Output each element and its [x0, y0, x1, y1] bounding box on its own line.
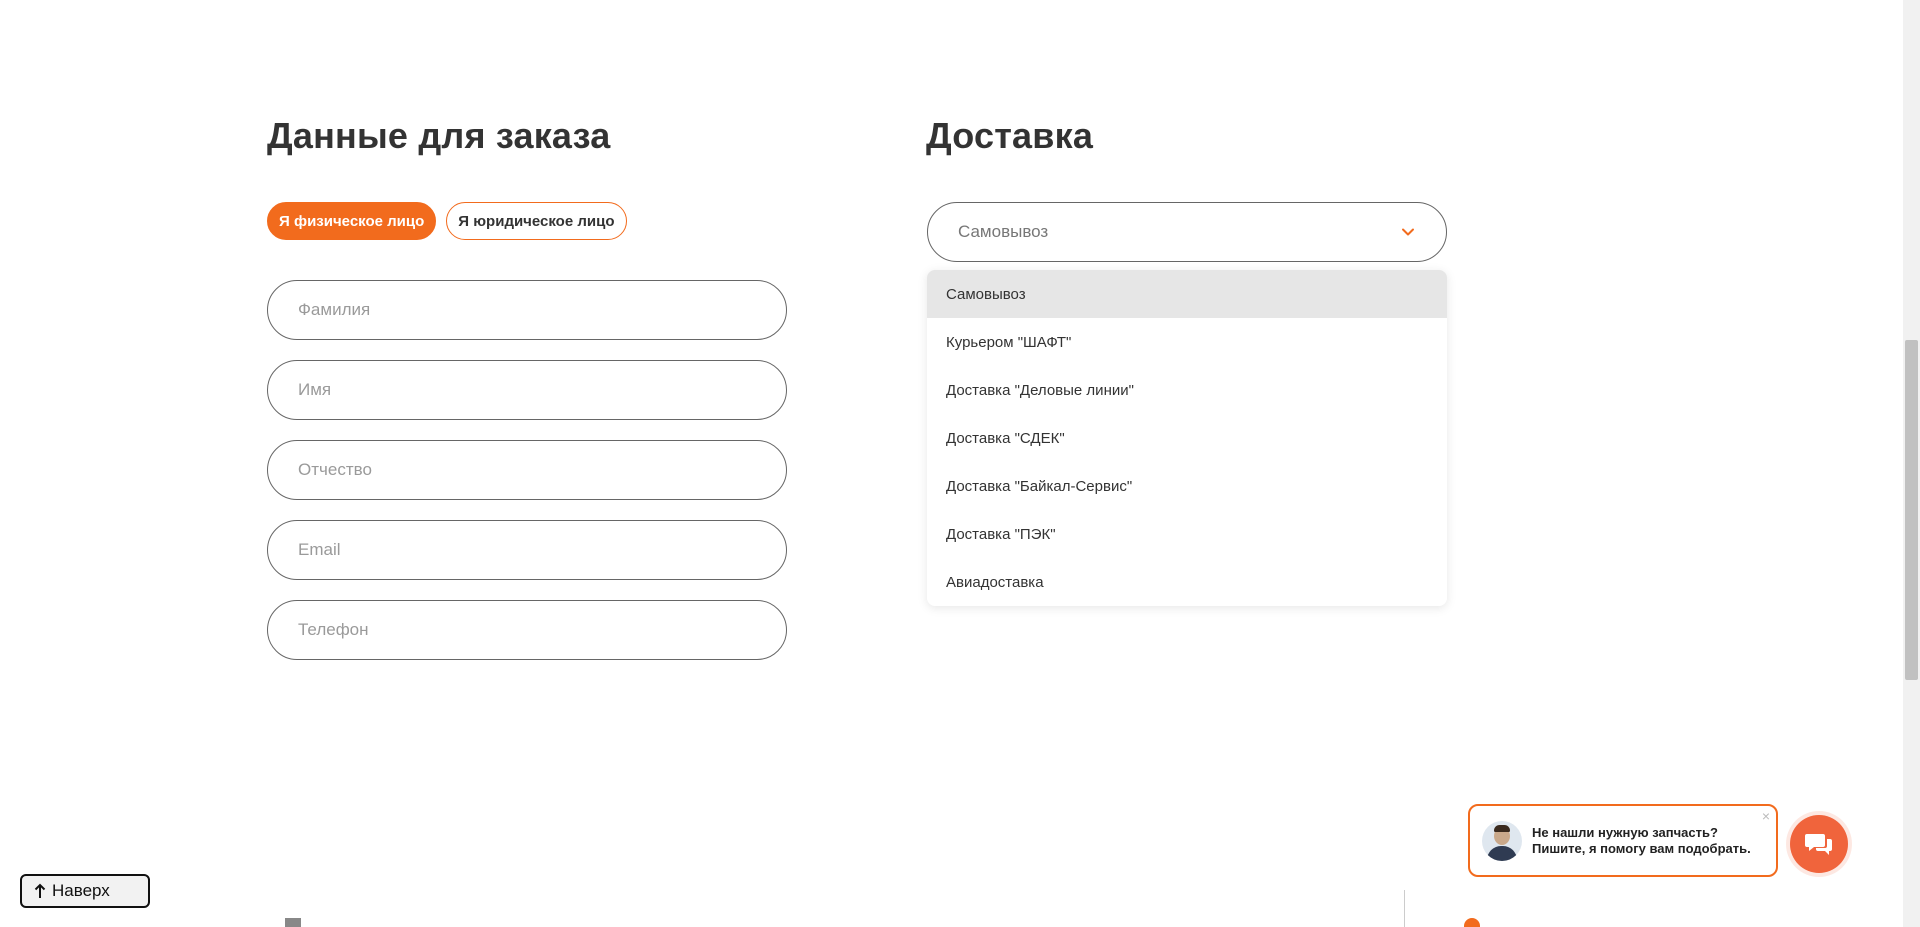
chat-bubbles-icon — [1805, 834, 1832, 855]
person-type-toggle: Я физическое лицо Я юридическое лицо — [267, 202, 627, 240]
legal-entity-button[interactable]: Я юридическое лицо — [446, 202, 627, 240]
delivery-option-delovye-linii[interactable]: Доставка "Деловые линии" — [927, 366, 1447, 414]
arrow-up-icon — [34, 883, 46, 898]
delivery-title: Доставка — [926, 115, 1094, 156]
first-name-input[interactable] — [298, 380, 756, 400]
chat-open-button[interactable] — [1790, 815, 1848, 873]
patronymic-field[interactable] — [267, 440, 787, 500]
footer-accent-icon — [1464, 918, 1480, 927]
footer-logo-icon — [285, 918, 301, 927]
phone-input[interactable] — [298, 620, 756, 640]
delivery-select[interactable]: Самовывоз — [927, 202, 1447, 262]
delivery-dropdown: Самовывоз Курьером "ШАФТ" Доставка "Дело… — [927, 270, 1447, 606]
footer-divider — [1404, 890, 1405, 927]
delivery-option-pek[interactable]: Доставка "ПЭК" — [927, 510, 1447, 558]
first-name-field[interactable] — [267, 360, 787, 420]
last-name-field[interactable] — [267, 280, 787, 340]
delivery-selected-value: Самовывоз — [958, 222, 1049, 241]
email-field[interactable] — [267, 520, 787, 580]
page-scrollbar[interactable] — [1903, 0, 1920, 927]
patronymic-input[interactable] — [298, 460, 756, 480]
chat-close-icon[interactable]: × — [1762, 808, 1770, 824]
delivery-option-sdek[interactable]: Доставка "СДЕК" — [927, 414, 1447, 462]
chevron-down-icon — [1402, 228, 1414, 236]
phone-field[interactable] — [267, 600, 787, 660]
email-input[interactable] — [298, 540, 756, 560]
order-data-title: Данные для заказа — [267, 115, 611, 156]
individual-person-button[interactable]: Я физическое лицо — [267, 202, 437, 240]
delivery-option-baikal-service[interactable]: Доставка "Байкал-Сервис" — [927, 462, 1447, 510]
consultant-avatar — [1482, 820, 1522, 861]
delivery-option-courier[interactable]: Курьером "ШАФТ" — [927, 318, 1447, 366]
delivery-option-pickup[interactable]: Самовывоз — [927, 270, 1447, 318]
back-to-top-button[interactable]: Наверх — [20, 874, 150, 908]
last-name-input[interactable] — [298, 300, 756, 320]
back-to-top-label: Наверх — [52, 881, 110, 900]
scrollbar-thumb[interactable] — [1905, 340, 1918, 680]
chat-popup[interactable]: Не нашли нужную запчасть? Пишите, я помо… — [1468, 804, 1778, 877]
delivery-option-avia[interactable]: Авиадоставка — [927, 558, 1447, 606]
chat-message: Не нашли нужную запчасть? Пишите, я помо… — [1532, 824, 1751, 856]
